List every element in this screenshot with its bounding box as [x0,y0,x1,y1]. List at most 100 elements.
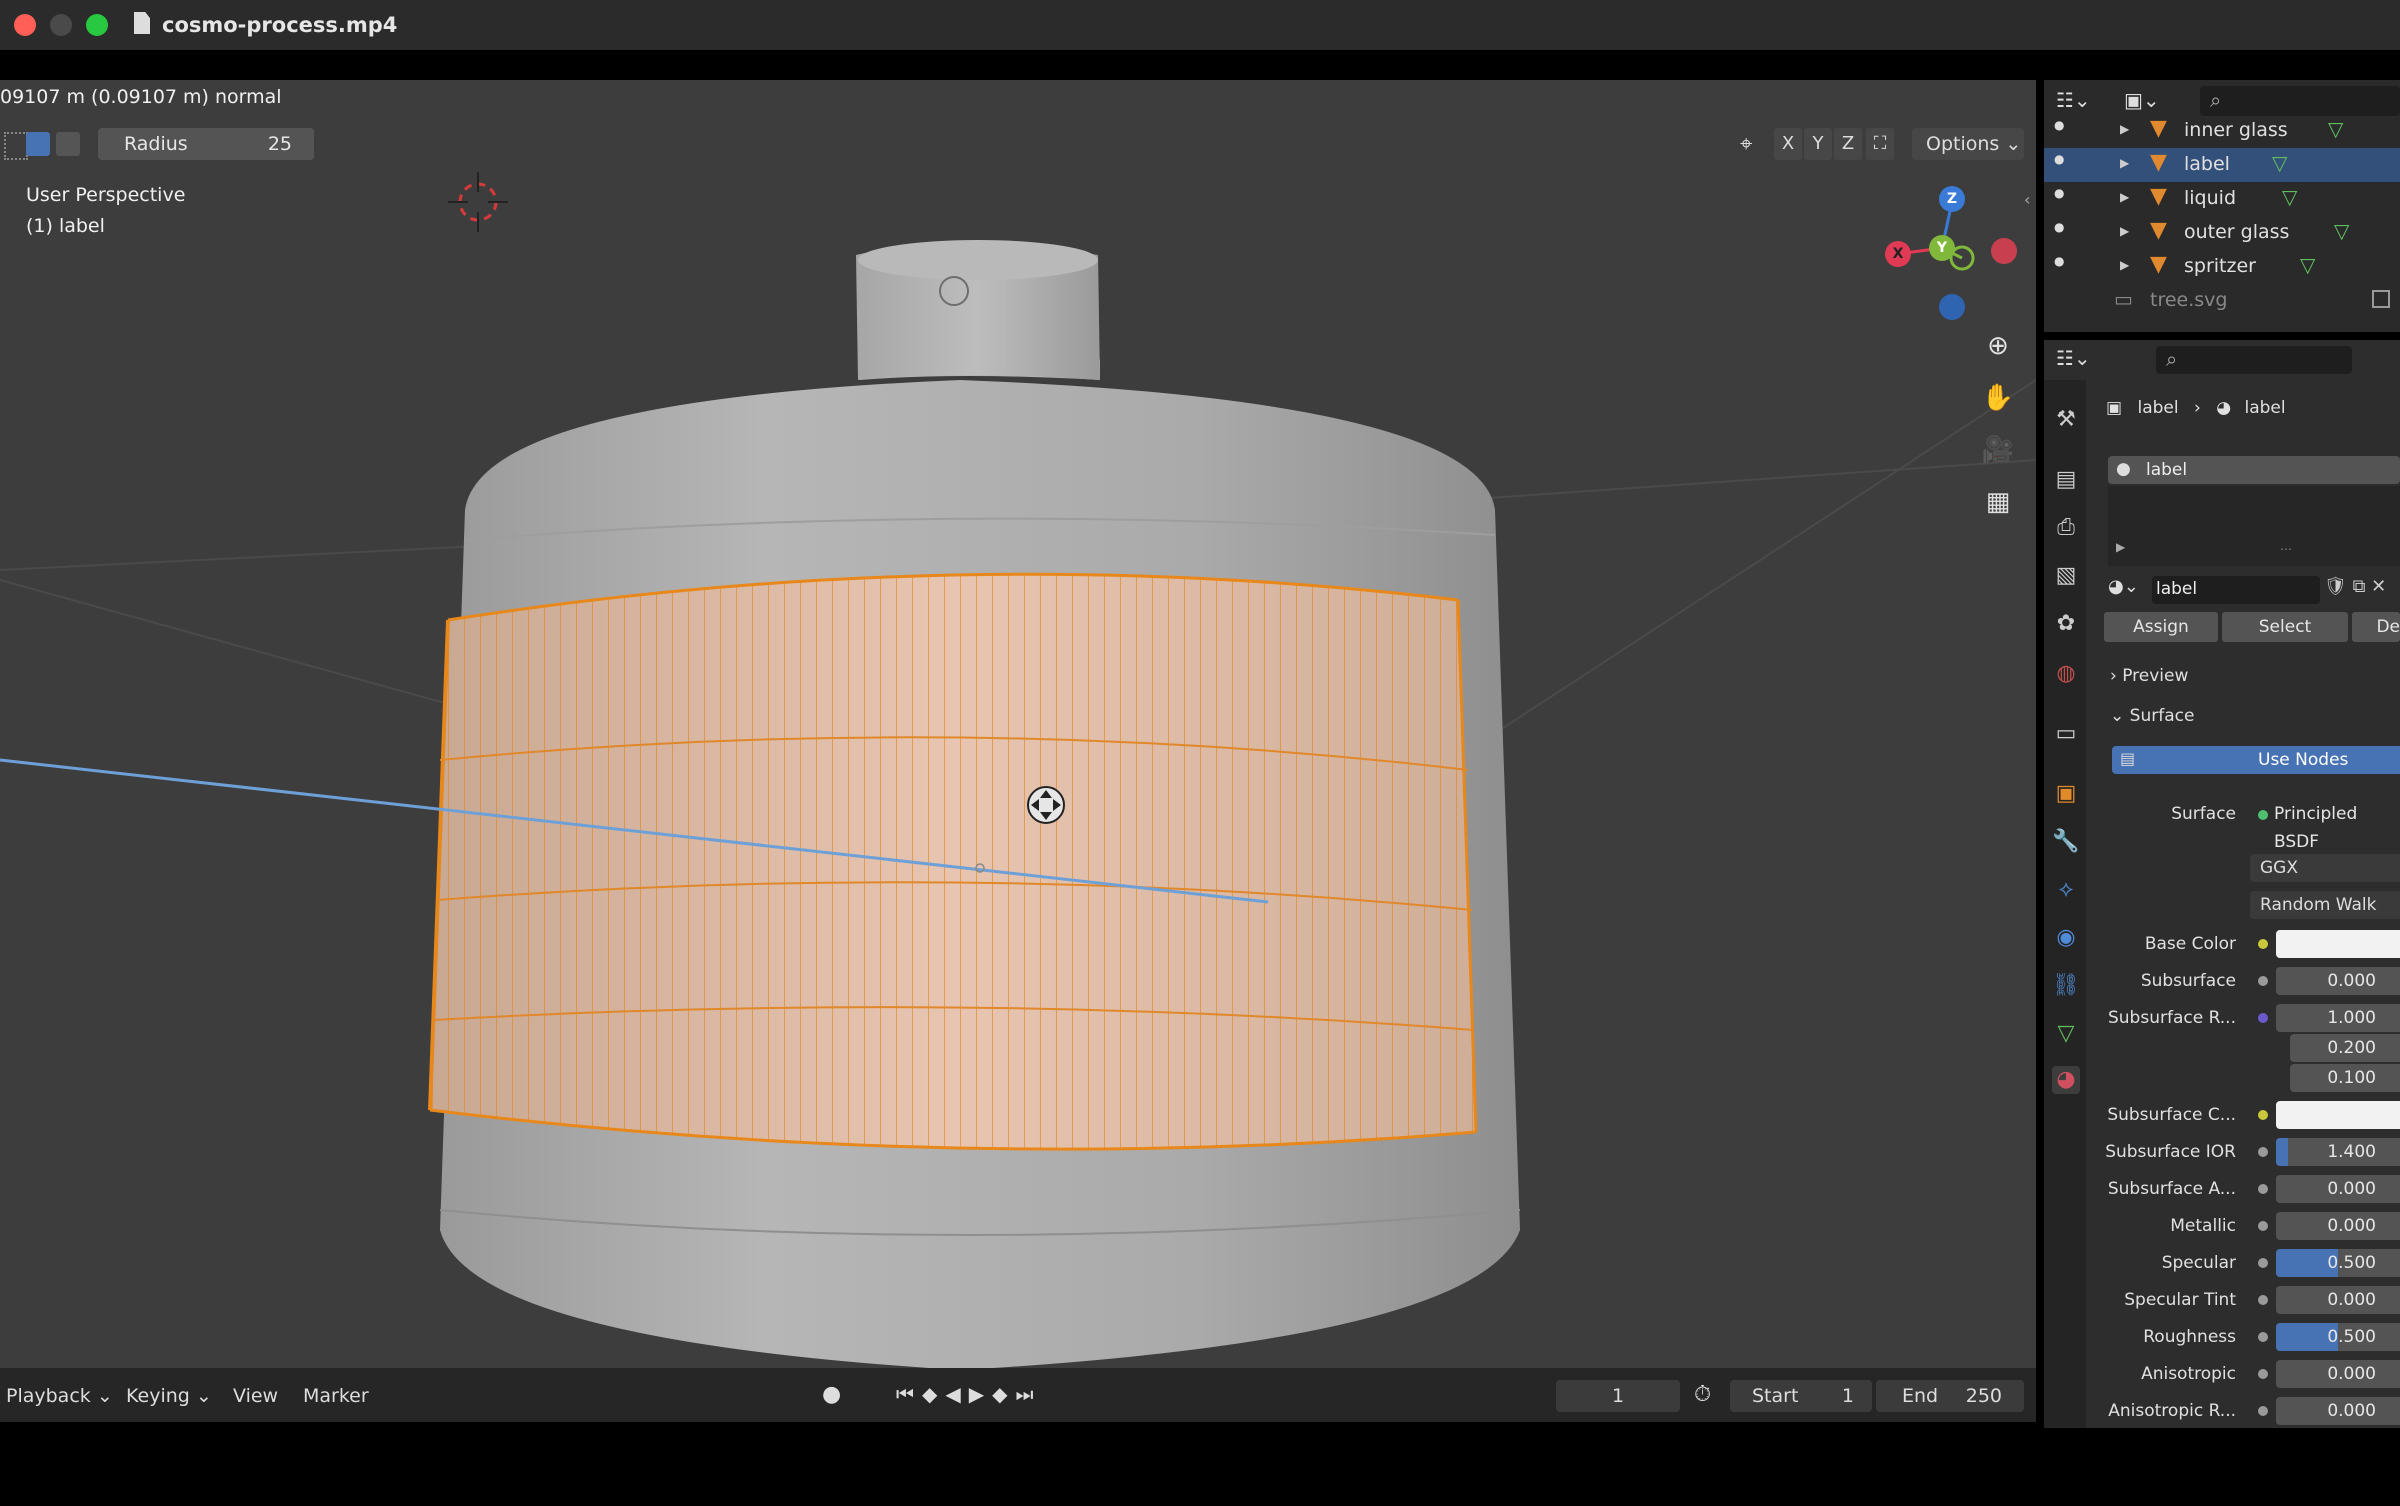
outliner-item[interactable]: ▭ tree.svg [2044,284,2400,318]
property-value-field[interactable]: 0.500 [2276,1249,2400,1277]
socket-icon[interactable] [2258,1221,2268,1231]
expand-arrow-icon[interactable]: ▶ [2116,540,2125,554]
property-value-field[interactable]: 0.200 [2290,1034,2400,1062]
material-slot-item[interactable]: ● label [2108,456,2400,484]
record-icon[interactable]: ● [822,1382,841,1407]
tool-tab-icon[interactable]: ⚒ [2052,406,2080,434]
playback-controls[interactable]: ⏮◆◀▶◆⏭ [896,1382,1042,1406]
use-nodes-button[interactable]: ▤ Use Nodes [2112,746,2400,774]
end-frame-field[interactable]: End 250 [1876,1380,2024,1412]
select-mode-subtract-icon[interactable] [56,132,80,156]
scene-render[interactable] [0,80,2036,1368]
menu-playback[interactable]: Playback ⌄ [6,1385,113,1407]
property-value-field[interactable]: 0.100 [2290,1064,2400,1092]
outliner-item[interactable]: ● ▶ ▼ inner glass ▽ [2044,114,2400,148]
collection-tab-icon[interactable]: ▭ [2052,720,2080,748]
properties-editor-type-icon[interactable]: ☷⌄ [2056,346,2106,374]
socket-icon[interactable] [2258,1369,2268,1379]
resize-handle-icon[interactable]: ⋯ [2280,542,2292,556]
color-swatch[interactable] [2276,1101,2400,1129]
ortho-grid-icon[interactable]: ▦ [1976,480,2020,524]
expand-arrow-icon[interactable]: ▶ [2120,258,2129,272]
socket-icon[interactable] [2258,1258,2268,1268]
material-browse-icon[interactable]: ◕⌄ [2108,576,2148,604]
editor-type-icon[interactable]: ☷⌄ [2056,88,2106,116]
scene-tab-icon[interactable]: ✿ [2052,610,2080,638]
zoom-icon[interactable]: ⊕ [1976,324,2020,368]
world-tab-icon[interactable]: ◍ [2052,660,2080,688]
material-tab-icon[interactable]: ◕ [2052,1066,2080,1094]
outliner-search-input[interactable]: ⌕ [2200,86,2400,116]
property-value-field[interactable]: 0.000 [2276,1175,2400,1203]
options-dropdown[interactable]: Options ⌄ [1912,128,2024,160]
checkbox-icon[interactable] [2372,290,2390,308]
property-value-field[interactable]: 1.400 [2276,1138,2400,1166]
assign-button[interactable]: Assign [2104,612,2218,642]
property-value-field[interactable]: 1.000 [2276,1004,2400,1032]
snap-icon[interactable]: ⛶ [1866,128,1894,160]
socket-icon[interactable] [2258,1332,2268,1342]
axis-z-toggle[interactable]: Z [1834,128,1862,160]
socket-icon[interactable] [2258,976,2268,986]
close-window-button[interactable] [14,14,36,36]
select-button[interactable]: Select [2222,612,2348,642]
select-mode-extend-icon[interactable] [26,132,50,156]
expand-arrow-icon[interactable]: ▶ [2120,224,2129,238]
outliner-item[interactable]: ● ▶ ▼ liquid ▽ [2044,182,2400,216]
surface-panel-header[interactable]: ⌄ Surface [2110,706,2194,726]
property-value-field[interactable]: 0.000 [2276,1286,2400,1314]
property-value-field[interactable]: 0.000 [2276,1360,2400,1388]
display-mode-icon[interactable]: ▣⌄ [2124,88,2174,116]
property-value-field[interactable]: 0.500 [2276,1323,2400,1351]
subsurface-method-dropdown[interactable]: Random Walk [2250,891,2400,919]
3d-viewport[interactable]: Z X Y ‹ ⊕ ✋ 🎥 ▦ [0,80,2036,1368]
menu-marker[interactable]: Marker [303,1385,369,1407]
socket-icon[interactable] [2258,1147,2268,1157]
radius-field[interactable]: Radius 25 [98,128,314,160]
color-swatch[interactable] [2276,930,2400,958]
outliner-item[interactable]: ● ▶ ▼ spritzer ▽ [2044,250,2400,284]
menu-keying[interactable]: Keying ⌄ [126,1385,212,1407]
modifier-tab-icon[interactable]: 🔧 [2052,828,2080,856]
visibility-dot-icon[interactable]: ● [2054,152,2064,166]
axis-x-toggle[interactable]: X [1774,128,1802,160]
visibility-dot-icon[interactable]: ● [2054,220,2064,234]
deselect-button[interactable]: De [2352,612,2400,642]
start-frame-field[interactable]: Start 1 [1730,1380,1872,1412]
property-value-field[interactable]: 0.000 [2276,1397,2400,1425]
preview-panel-header[interactable]: › Preview [2110,666,2188,686]
visibility-dot-icon[interactable]: ● [2054,118,2064,132]
visibility-dot-icon[interactable]: ● [2054,186,2064,200]
expand-arrow-icon[interactable]: ▶ [2120,190,2129,204]
output-tab-icon[interactable]: ⎙ [2052,514,2080,542]
select-mode-set-icon[interactable] [4,132,28,160]
property-value-field[interactable]: 0.000 [2276,1212,2400,1240]
properties-search-input[interactable]: ⌕ [2156,346,2352,374]
socket-icon[interactable] [2258,1184,2268,1194]
view-layer-tab-icon[interactable]: ▧ [2052,562,2080,590]
camera-icon[interactable]: 🎥 [1976,428,2020,472]
stopwatch-icon[interactable]: ⏱ [1694,1382,1711,1407]
current-frame-field[interactable]: 1 [1556,1380,1680,1412]
surface-shader-field[interactable]: Principled BSDF [2274,800,2400,852]
socket-icon[interactable] [2258,1110,2268,1120]
material-actions[interactable]: 🛡 ⧉ ✕ [2324,576,2400,604]
socket-icon[interactable] [2258,1295,2268,1305]
axis-y-toggle[interactable]: Y [1804,128,1832,160]
expand-arrow-icon[interactable]: ▶ [2120,122,2129,136]
socket-icon[interactable] [2258,939,2268,949]
visibility-dot-icon[interactable]: ● [2054,254,2064,268]
material-slot-list[interactable]: ▶ ⋯ [2108,486,2400,566]
property-value-field[interactable]: 0.000 [2276,967,2400,995]
minimize-window-button[interactable] [50,14,72,36]
distribution-dropdown[interactable]: GGX [2250,854,2400,882]
collapse-arrow-icon[interactable]: ‹ [2024,190,2036,210]
socket-icon[interactable] [2258,1406,2268,1416]
socket-icon[interactable] [2258,1013,2268,1023]
particles-tab-icon[interactable]: ⟡ [2052,876,2080,904]
outliner-item[interactable]: ● ▶ ▼ outer glass ▽ [2044,216,2400,250]
zoom-window-button[interactable] [86,14,108,36]
menu-view[interactable]: View [233,1385,278,1407]
mirror-icon[interactable]: ⌖ [1740,132,1768,158]
outliner-item[interactable]: ● ▶ ▼ label ▽ [2044,148,2400,182]
